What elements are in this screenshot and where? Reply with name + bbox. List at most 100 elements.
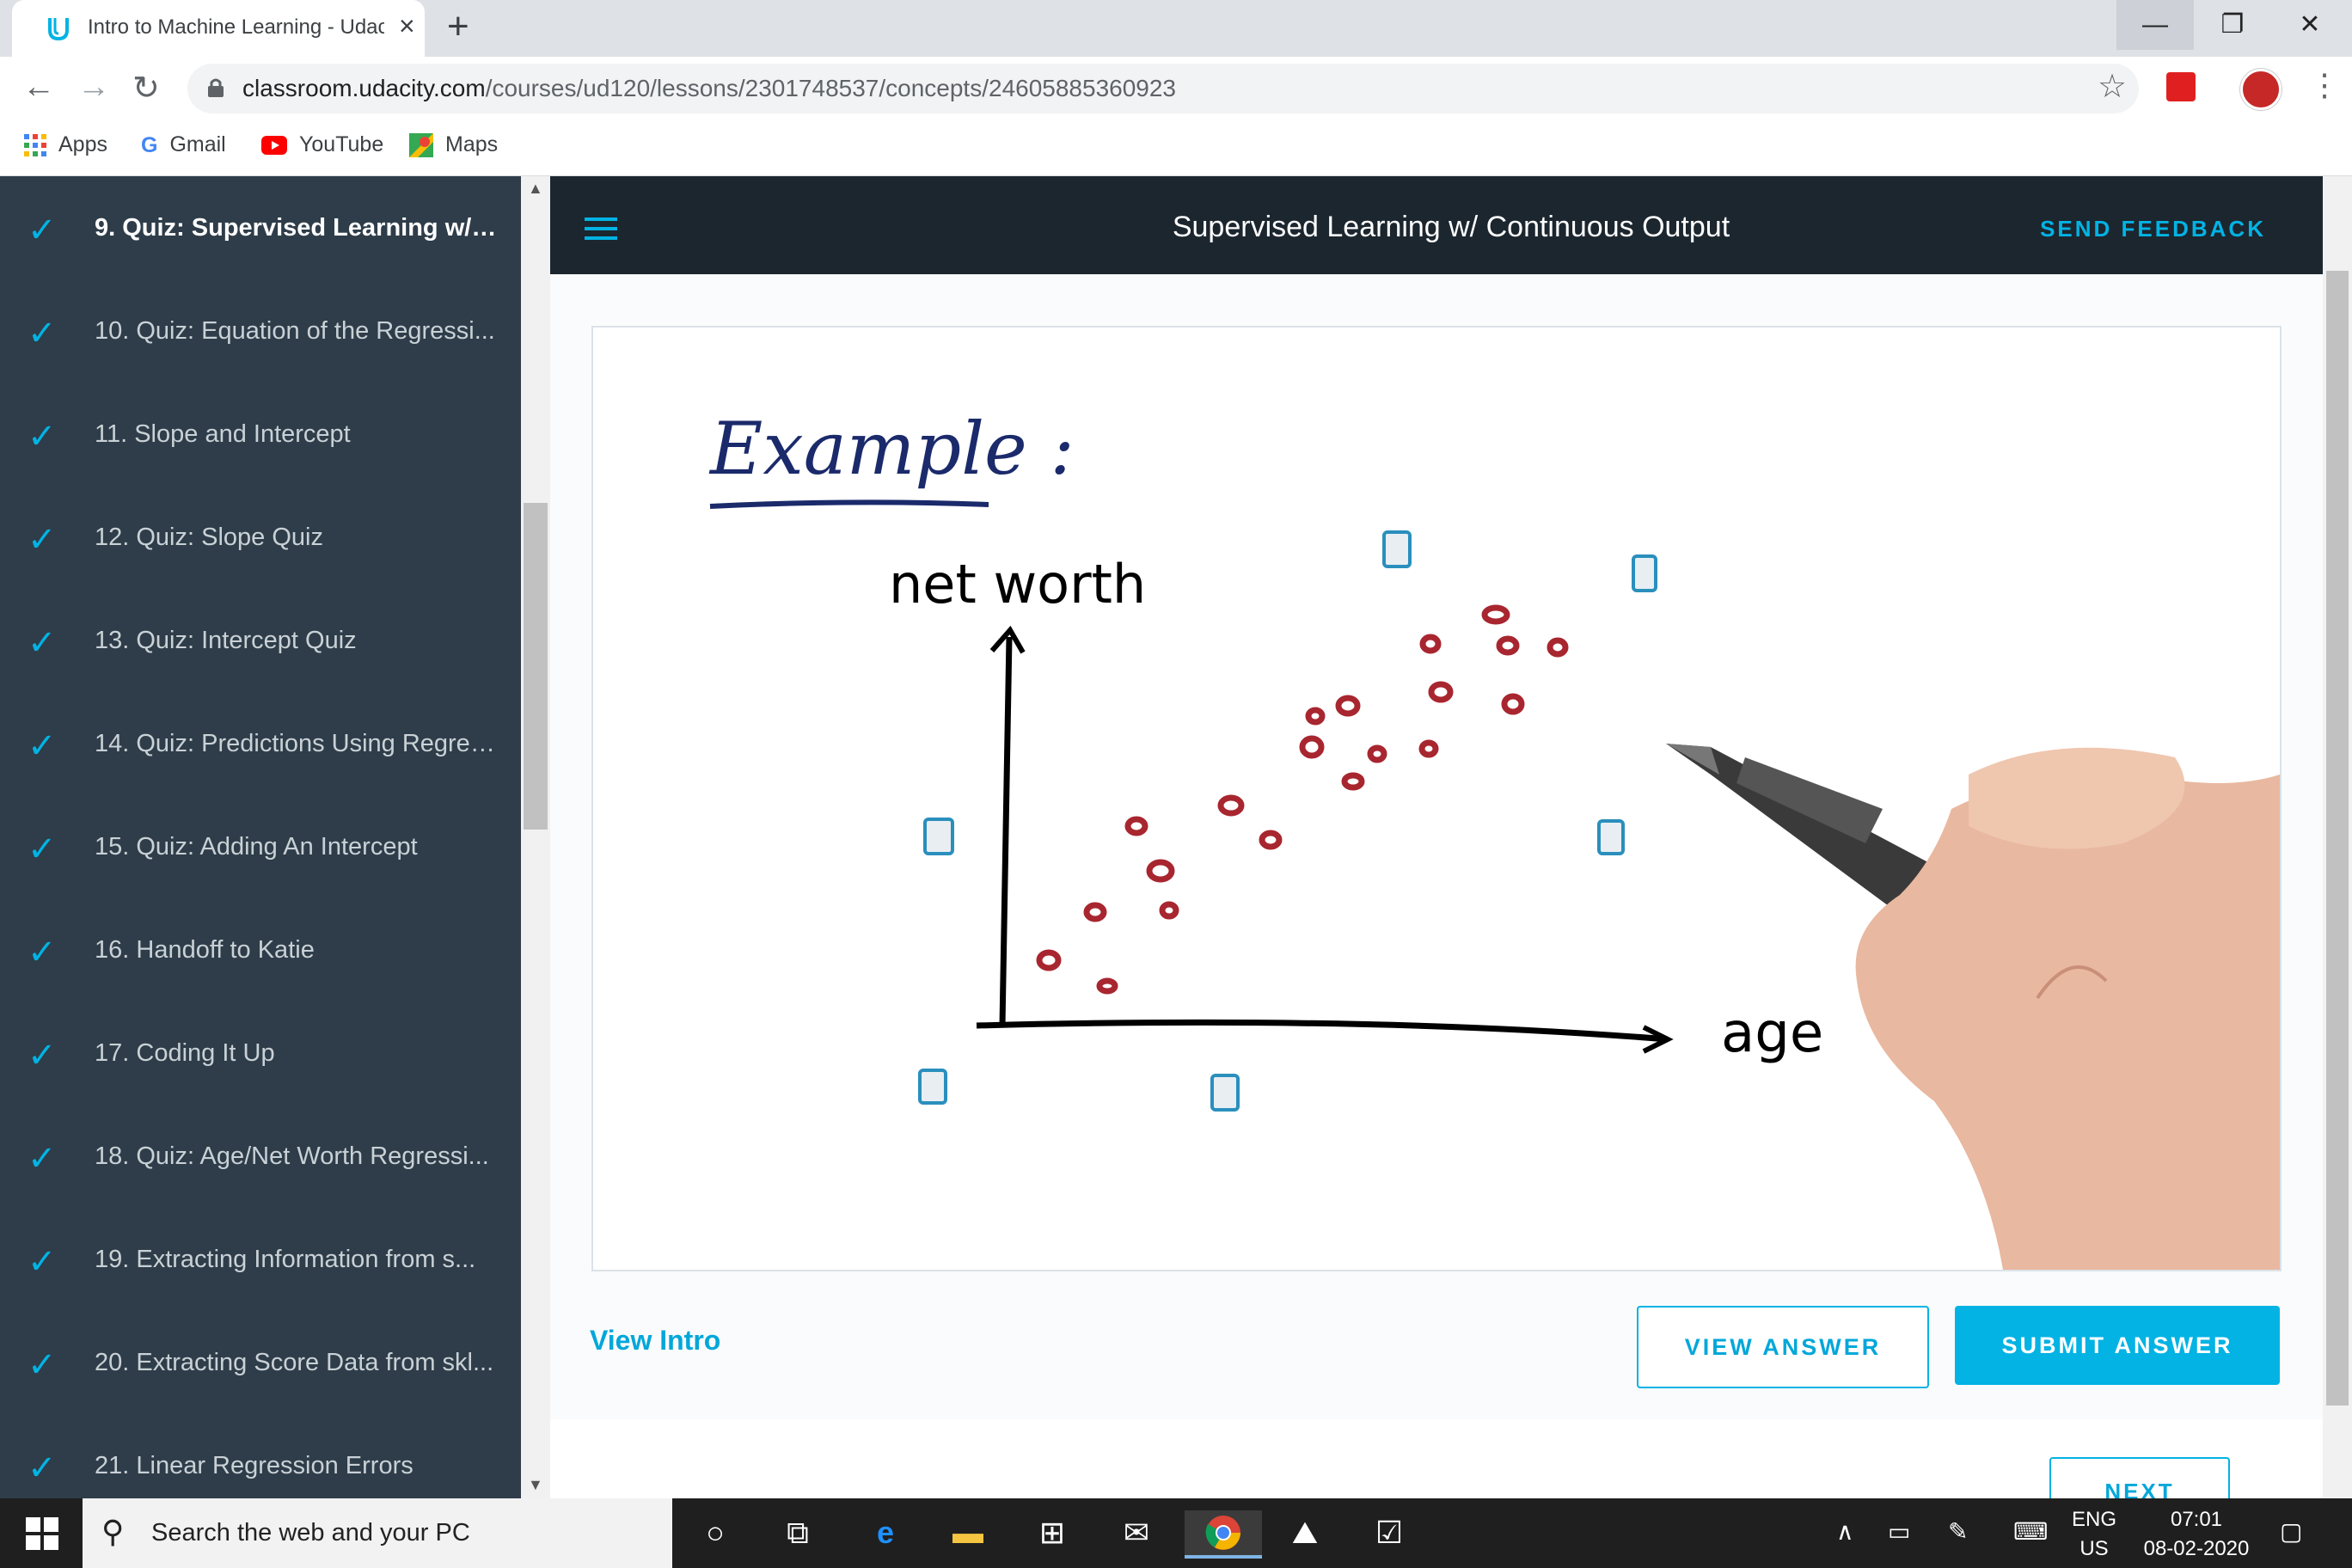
view-intro-link[interactable]: View Intro [590, 1325, 720, 1357]
task-view-icon[interactable]: ⧉ [774, 1510, 822, 1555]
clock[interactable]: 07:01 08-02-2020 [2132, 1505, 2261, 1564]
sidebar-item-label: 9. Quiz: Supervised Learning w/ ... [95, 214, 499, 242]
sidebar-item-18[interactable]: ✓ 18. Quiz: Age/Net Worth Regressi... [0, 1105, 521, 1208]
checkmark-icon: ✓ [28, 1037, 57, 1075]
sidebar-item-15[interactable]: ✓ 15. Quiz: Adding An Intercept [0, 795, 521, 898]
whiteboard-drawing: Example : net worth age [708, 407, 2280, 1270]
maps-pin-icon [409, 133, 433, 158]
sidebar-item-19[interactable]: ✓ 19. Extracting Information from s... [0, 1208, 521, 1311]
checkmark-icon: ✓ [28, 934, 57, 971]
marker-icon [918, 1069, 947, 1105]
photos-icon[interactable]: ⛰ [1281, 1510, 1329, 1555]
y-axis-label: net worth [889, 553, 1146, 616]
mail-icon[interactable]: ✉ [1112, 1510, 1161, 1555]
new-tab-button[interactable]: + [447, 5, 469, 48]
page-scrollbar[interactable] [2323, 176, 2352, 1498]
checkmark-icon: ✓ [28, 624, 57, 662]
bookmark-youtube[interactable]: YouTube [261, 132, 383, 157]
restore-button[interactable]: ❐ [2194, 0, 2271, 50]
sidebar-item-label: 15. Quiz: Adding An Intercept [95, 833, 418, 861]
close-window-button[interactable]: ✕ [2271, 0, 2349, 50]
submit-answer-button[interactable]: SUBMIT ANSWER [1955, 1306, 2280, 1385]
checkmark-icon: ✓ [28, 1449, 57, 1487]
google-g-icon: G [141, 132, 158, 157]
pen-icon[interactable]: ✎ [1948, 1517, 1968, 1546]
search-icon: ⚲ [101, 1514, 125, 1549]
chrome-logo [1205, 1516, 1240, 1550]
profile-avatar[interactable] [2240, 69, 2282, 110]
address-bar[interactable]: classroom.udacity.com/courses/ud120/less… [187, 64, 2139, 113]
file-explorer-icon[interactable]: ▬ [944, 1510, 992, 1555]
browser-toolbar: ← → ↻ classroom.udacity.com/courses/ud12… [0, 57, 2352, 120]
bookmark-maps[interactable]: Maps [409, 132, 499, 158]
send-feedback-link[interactable]: SEND FEEDBACK [2040, 216, 2266, 242]
battery-icon[interactable]: ▭ [1888, 1517, 1910, 1546]
sidebar-scroll-thumb[interactable] [524, 503, 548, 830]
next-button[interactable]: NEXT [2049, 1457, 2230, 1498]
marker-icon [1382, 530, 1412, 568]
sidebar-item-label: 21. Linear Regression Errors [95, 1452, 413, 1479]
show-hidden-icons-icon[interactable]: ∧ [1836, 1517, 1854, 1546]
view-answer-button[interactable]: VIEW ANSWER [1637, 1306, 1929, 1388]
browser-menu-icon[interactable]: ⋮ [2309, 67, 2340, 103]
sidebar-item-9[interactable]: ✓ 9. Quiz: Supervised Learning w/ ... [0, 176, 521, 279]
sidebar-item-label: 18. Quiz: Age/Net Worth Regressi... [95, 1142, 489, 1170]
bookmark-star-icon[interactable]: ☆ [2098, 67, 2127, 106]
lang-top: ENG [2071, 1508, 2116, 1531]
sidebar-item-20[interactable]: ✓ 20. Extracting Score Data from skl... [0, 1311, 521, 1414]
sidebar-item-17[interactable]: ✓ 17. Coding It Up [0, 1001, 521, 1105]
bookmark-gmail[interactable]: G Gmail [141, 132, 226, 158]
browser-tab[interactable]: Intro to Machine Learning - Udac × [12, 0, 425, 57]
scroll-down-icon[interactable]: ▼ [528, 1476, 543, 1494]
sidebar-item-label: 19. Extracting Information from s... [95, 1246, 476, 1273]
keyboard-icon[interactable]: ⌨ [2013, 1517, 2048, 1546]
search-placeholder: Search the web and your PC [151, 1519, 470, 1547]
sidebar-item-label: 16. Handoff to Katie [95, 936, 315, 964]
checkmark-icon: ✓ [28, 521, 57, 559]
extension-icon[interactable] [2166, 72, 2196, 101]
scroll-up-icon[interactable]: ▲ [528, 180, 543, 198]
forward-arrow-icon[interactable]: → [77, 69, 110, 106]
video-player[interactable]: Example : net worth age [591, 326, 2282, 1271]
sidebar-item-11[interactable]: ✓ 11. Slope and Intercept [0, 383, 521, 486]
marker-icon [1597, 819, 1625, 855]
bookmark-label: Gmail [169, 132, 226, 156]
data-point [1096, 977, 1118, 995]
page-scroll-thumb[interactable] [2326, 271, 2349, 1406]
minimize-button[interactable]: — [2116, 0, 2194, 50]
bookmark-apps[interactable]: Apps [24, 132, 107, 157]
data-point [1418, 739, 1439, 758]
tab-title: Intro to Machine Learning - Udac [88, 15, 384, 39]
sidebar-item-12[interactable]: ✓ 12. Quiz: Slope Quiz [0, 486, 521, 589]
sidebar-item-10[interactable]: ✓ 10. Quiz: Equation of the Regressi... [0, 279, 521, 383]
sidebar-item-16[interactable]: ✓ 16. Handoff to Katie [0, 898, 521, 1001]
heading-underline [709, 499, 989, 509]
language-indicator[interactable]: ENG US [2068, 1505, 2120, 1564]
checkmark-icon: ✓ [28, 1243, 57, 1281]
sidebar-item-label: 10. Quiz: Equation of the Regressi... [95, 317, 495, 345]
back-arrow-icon[interactable]: ← [22, 69, 55, 106]
reload-icon[interactable]: ↻ [132, 69, 160, 107]
clock-time: 07:01 [2170, 1508, 2223, 1531]
checkmark-icon: ✓ [28, 1346, 57, 1384]
cortana-icon[interactable]: ○ [691, 1510, 739, 1555]
apps-grid-icon [24, 134, 46, 157]
whiteboard-icon[interactable]: ☑ [1365, 1510, 1413, 1555]
edge-icon[interactable]: e [861, 1510, 910, 1555]
sidebar-scrollbar[interactable]: ▲ ▼ [521, 176, 550, 1498]
udacity-favicon-icon [48, 18, 69, 41]
sidebar-item-14[interactable]: ✓ 14. Quiz: Predictions Using Regres... [0, 692, 521, 795]
marker-icon [1632, 554, 1657, 592]
taskbar-search-box[interactable]: ⚲ Search the web and your PC [83, 1498, 672, 1568]
sidebar-item-21[interactable]: ✓ 21. Linear Regression Errors [0, 1414, 521, 1498]
data-point [1428, 681, 1454, 703]
bookmark-label: Maps [445, 132, 499, 156]
tab-close-icon[interactable]: × [399, 10, 415, 42]
store-icon[interactable]: ⊞ [1028, 1510, 1076, 1555]
windows-start-icon[interactable] [26, 1517, 58, 1550]
checkmark-icon: ✓ [28, 418, 57, 456]
chrome-icon[interactable] [1185, 1510, 1262, 1559]
y-axis-line [999, 636, 1013, 1026]
sidebar-item-13[interactable]: ✓ 13. Quiz: Intercept Quiz [0, 589, 521, 692]
notification-icon[interactable]: ▢ [2280, 1517, 2302, 1546]
